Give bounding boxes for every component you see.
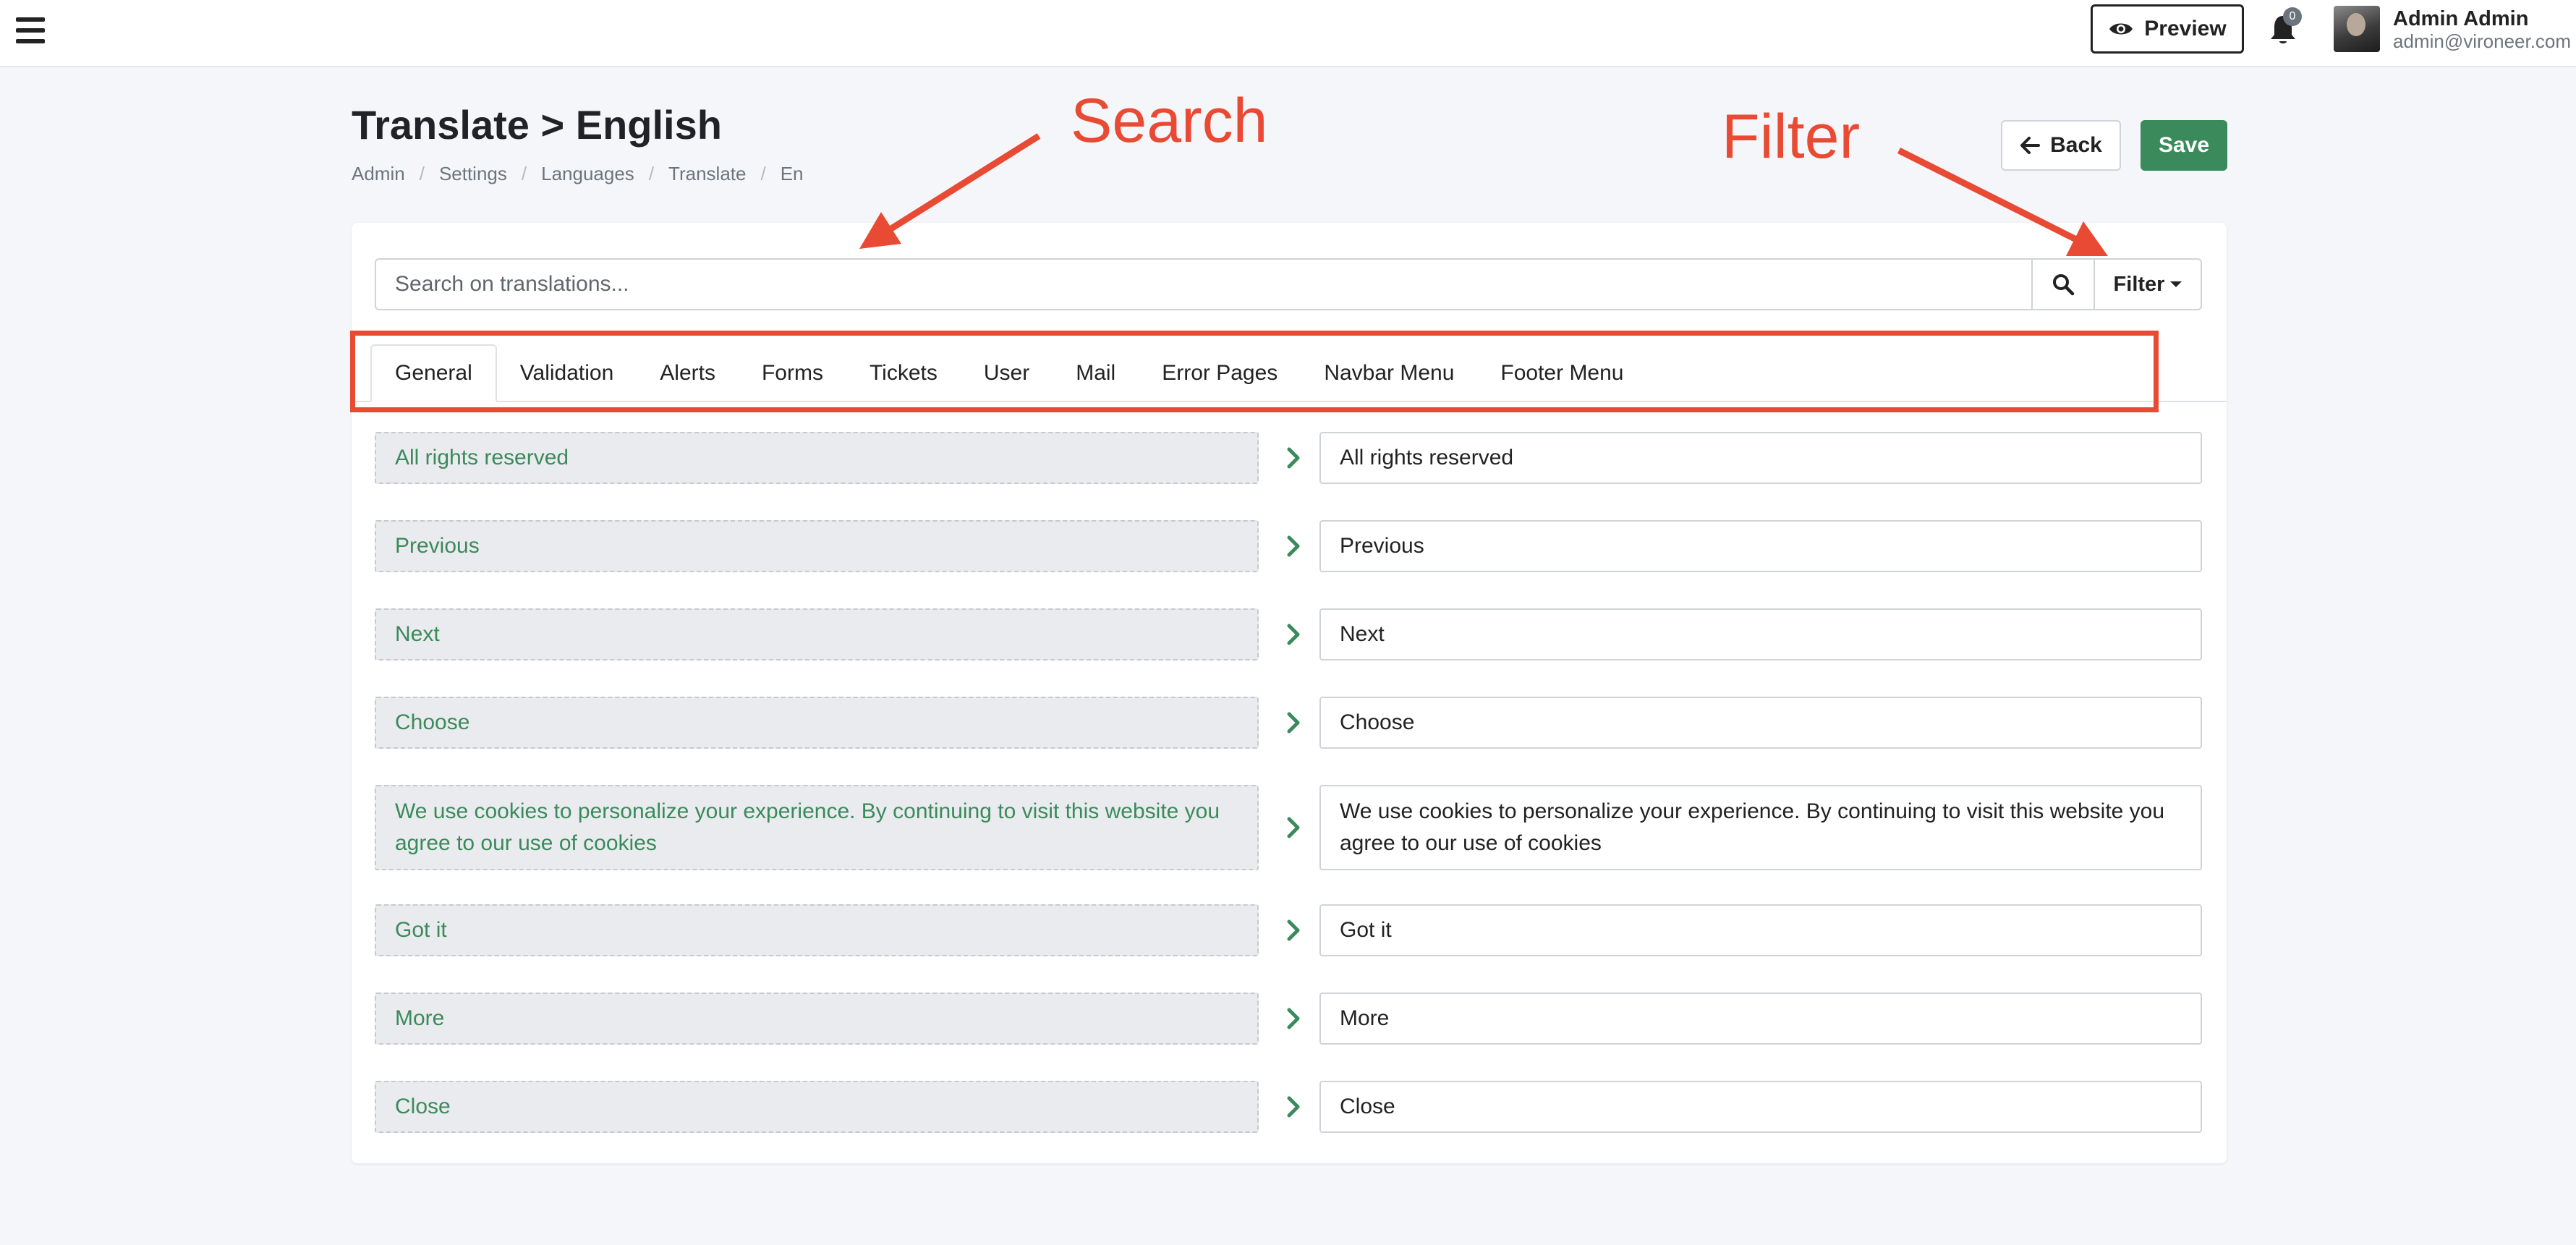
chevron-right-icon	[1287, 1096, 1300, 1118]
breadcrumb-item[interactable]: Admin	[352, 163, 405, 185]
page-title: Translate > English	[352, 102, 722, 148]
translation-input[interactable]: Choose	[1319, 697, 2202, 749]
source-text: We use cookies to personalize your exper…	[375, 785, 1259, 870]
breadcrumb-item[interactable]: Settings	[439, 163, 507, 185]
breadcrumb-separator: /	[648, 163, 655, 184]
search-annotation: Search	[1071, 86, 1268, 156]
search-button[interactable]	[2033, 258, 2095, 310]
chevron-right-icon	[1287, 919, 1300, 941]
chevron-right-icon	[1287, 535, 1300, 557]
preview-label: Preview	[2144, 17, 2227, 41]
filter-label: Filter	[2113, 272, 2165, 296]
chevron-right-icon	[1287, 1008, 1300, 1029]
breadcrumb-item[interactable]: Translate	[668, 163, 746, 185]
translation-input[interactable]: Previous	[1319, 520, 2202, 572]
search-icon	[2053, 274, 2075, 296]
translation-input[interactable]: Next	[1319, 608, 2202, 660]
caret-down-icon	[2170, 281, 2182, 287]
avatar[interactable]	[2334, 6, 2380, 52]
translation-row: Previous Previous	[375, 520, 2202, 572]
breadcrumb-separator: /	[521, 163, 527, 184]
source-text: Next	[375, 608, 1259, 660]
arrow-left-icon	[2020, 137, 2041, 154]
translation-row: Next Next	[375, 608, 2202, 660]
back-label: Back	[2050, 133, 2102, 157]
breadcrumb-item[interactable]: Languages	[541, 163, 634, 185]
chevron-right-icon	[1287, 712, 1300, 734]
translation-input[interactable]: Got it	[1319, 904, 2202, 956]
breadcrumb-separator: /	[419, 163, 425, 184]
chevron-right-icon	[1287, 447, 1300, 469]
chevron-right-icon	[1287, 817, 1300, 838]
translation-row: More More	[375, 993, 2202, 1045]
translation-input[interactable]: All rights reserved	[1319, 432, 2202, 484]
preview-button[interactable]: Preview	[2091, 4, 2244, 54]
translation-input[interactable]: More	[1319, 993, 2202, 1045]
chevron-right-icon	[1287, 624, 1300, 645]
menu-icon[interactable]	[16, 17, 45, 43]
search-input[interactable]	[375, 258, 2033, 310]
back-button[interactable]: Back	[2001, 120, 2121, 171]
source-text: All rights reserved	[375, 432, 1259, 484]
translation-input[interactable]: Close	[1319, 1081, 2202, 1133]
filter-dropdown-button[interactable]: Filter	[2095, 258, 2202, 310]
translation-row: Choose Choose	[375, 697, 2202, 749]
translation-row: All rights reserved All rights reserved	[375, 432, 2202, 484]
save-button[interactable]: Save	[2141, 120, 2227, 171]
source-text: Close	[375, 1081, 1259, 1133]
source-text: More	[375, 993, 1259, 1045]
breadcrumb: Admin / Settings / Languages / Translate / E…	[352, 163, 804, 185]
top-navbar: Preview 0 Admin Admin admin@vironeer.com	[0, 0, 2576, 67]
search-bar: Filter	[375, 258, 2202, 310]
tabs-highlight-box	[350, 331, 2159, 412]
eye-icon	[2109, 23, 2133, 35]
translation-row: Close Close	[375, 1081, 2202, 1133]
user-name: Admin Admin	[2393, 7, 2529, 30]
user-email: admin@vironeer.com	[2393, 30, 2572, 52]
notification-badge: 0	[2283, 7, 2302, 26]
source-text: Choose	[375, 697, 1259, 749]
search-arrow	[889, 133, 1041, 231]
breadcrumb-item: En	[780, 163, 804, 184]
translation-input[interactable]: We use cookies to personalize your exper…	[1319, 785, 2202, 870]
translation-row: We use cookies to personalize your exper…	[375, 785, 2202, 870]
filter-annotation: Filter	[1722, 102, 1861, 171]
source-text: Got it	[375, 904, 1259, 956]
breadcrumb-separator: /	[760, 163, 766, 184]
source-text: Previous	[375, 520, 1259, 572]
translation-row: Got it Got it	[375, 904, 2202, 956]
